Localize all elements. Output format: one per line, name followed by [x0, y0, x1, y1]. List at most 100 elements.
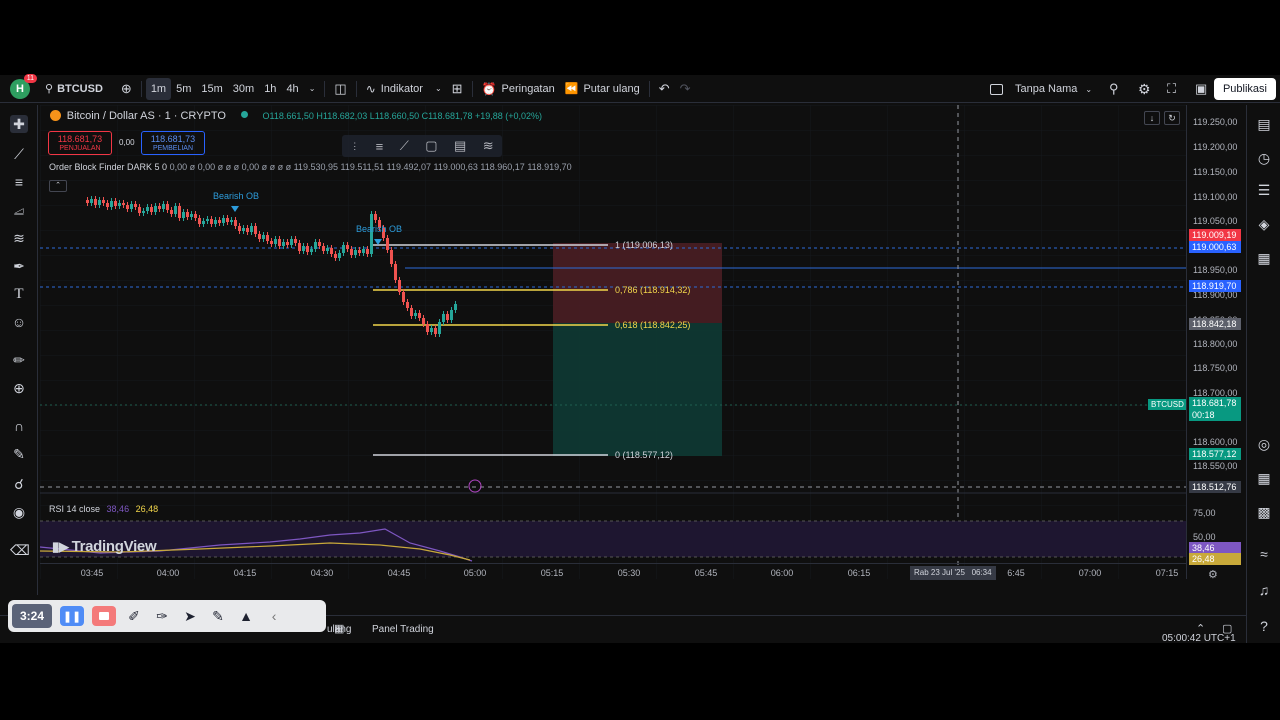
chat-icon[interactable]: ▦: [1255, 249, 1273, 267]
candle-body: [218, 220, 221, 223]
compare-button[interactable]: ⊕: [116, 78, 137, 100]
help-icon[interactable]: ?: [1255, 617, 1273, 635]
candle-body: [426, 324, 429, 332]
calendar-icon[interactable]: ▦: [1255, 469, 1273, 487]
alerts-clock-icon[interactable]: ◷: [1255, 149, 1273, 167]
horizontal-lines-icon[interactable]: ≡: [10, 173, 28, 191]
timeframe-5m[interactable]: 5m: [171, 78, 196, 100]
alerts-button[interactable]: ⏰ Peringatan: [477, 78, 560, 100]
candle-body: [166, 204, 169, 210]
drag-handle-icon[interactable]: ⋮: [350, 141, 359, 152]
apps-grid-icon[interactable]: ▩: [1255, 503, 1273, 521]
price-tag-tag-blue1: 119.000,63: [1189, 241, 1241, 253]
pause-button[interactable]: ❚❚: [60, 606, 85, 626]
price-tag-rsi-50: 50,00: [1193, 532, 1216, 542]
indicator-name: Order Block Finder DARK 5 0: [49, 162, 168, 172]
brush-icon[interactable]: ✒: [10, 257, 28, 275]
candle-body: [194, 214, 197, 218]
bell-icon[interactable]: ♫: [1255, 581, 1273, 599]
timeframe-4h[interactable]: 4h: [281, 78, 303, 100]
chart-pane[interactable]: Bitcoin / Dollar AS · 1 · CRYPTO O118.66…: [40, 105, 1186, 579]
trendline-icon[interactable]: ⟋: [10, 145, 28, 163]
time-label: 04:30: [310, 568, 334, 578]
undo-button[interactable]: ↶: [654, 78, 675, 100]
chart-canvas[interactable]: [40, 105, 1186, 579]
timeframe-dropdown[interactable]: ⌄: [304, 78, 321, 100]
tab-replay[interactable]: ulang: [327, 624, 351, 635]
buy-button[interactable]: 118.681,73 PEMBELIAN: [141, 131, 205, 155]
stop-button[interactable]: [92, 606, 117, 626]
symbol-search[interactable]: ⚲ BTCUSD: [40, 78, 108, 100]
box-icon[interactable]: ▢: [425, 138, 437, 154]
layout-menu[interactable]: Tanpa Nama ⌄: [985, 78, 1097, 100]
timeframe-1m[interactable]: 1m: [145, 77, 172, 100]
maximize-panel-button[interactable]: ▢: [1222, 622, 1232, 635]
sell-button[interactable]: 118.681,73 PENJUALAN: [48, 131, 112, 155]
indicators-button[interactable]: ∿ Indikator ⌄: [361, 78, 447, 100]
tab-trading-panel[interactable]: Panel Trading: [372, 624, 434, 635]
ruler-icon[interactable]: ✏: [10, 351, 28, 369]
target-icon[interactable]: ◎: [1255, 435, 1273, 453]
chart-type-button[interactable]: ◫: [329, 78, 351, 100]
news-icon[interactable]: ☰: [1255, 181, 1273, 199]
short-risk-zone[interactable]: [553, 243, 722, 323]
candle-body: [270, 241, 273, 244]
cursor-icon[interactable]: ➤: [180, 606, 200, 626]
short-reward-zone[interactable]: [553, 323, 722, 456]
zoom-in-icon[interactable]: ⊕: [10, 379, 28, 397]
layers-icon[interactable]: ◈: [1255, 215, 1273, 233]
magnet-icon[interactable]: ∩: [10, 417, 28, 435]
bearish-ob-label: Bearish OB: [213, 191, 260, 201]
candle-body: [342, 245, 345, 253]
scroll-to-realtime-button[interactable]: ↓: [1144, 111, 1160, 125]
publish-button[interactable]: Publikasi: [1213, 78, 1276, 100]
bitcoin-icon: [50, 110, 61, 121]
timeframe-15m[interactable]: 15m: [196, 78, 227, 100]
templates-button[interactable]: ⊞: [447, 78, 468, 100]
highlight-icon[interactable]: ✑: [152, 606, 172, 626]
price-tag-tag-cross: 118.512,76: [1189, 481, 1241, 493]
pattern-icon[interactable]: ⧡: [10, 201, 28, 219]
settings-button[interactable]: ⚙: [1133, 78, 1156, 100]
collapse-legend-button[interactable]: ⌃: [49, 180, 67, 192]
time-label: 04:15: [233, 568, 257, 578]
text-tool-icon[interactable]: T: [10, 285, 28, 303]
pen-icon[interactable]: ✎: [208, 606, 228, 626]
marker-icon[interactable]: ▲: [236, 606, 256, 626]
fullscreen-button[interactable]: ⛶: [1162, 78, 1181, 100]
snapshot-button[interactable]: ▣: [1190, 78, 1212, 100]
collapse-icon[interactable]: ‹: [264, 606, 284, 626]
watchlist-icon[interactable]: ▤: [1255, 115, 1273, 133]
candle-body: [106, 203, 109, 207]
time-axis[interactable]: 03:45 04:00 04:15 04:30 04:45 05:00 05:1…: [40, 563, 1186, 583]
pencil-lock-icon[interactable]: ✎: [10, 445, 28, 463]
indicator-values: 0,00 ø 0,00 ø ø ø 0,00 ø ø ø ø 119.530,9…: [169, 162, 572, 172]
collapse-panel-button[interactable]: ⌃: [1196, 622, 1205, 635]
price-label: 119.150,00: [1193, 167, 1238, 177]
signal-icon[interactable]: ≈: [1255, 545, 1273, 563]
line-style-icon[interactable]: ⟋: [400, 138, 409, 154]
eye-icon[interactable]: ◉: [10, 503, 28, 521]
emoji-icon[interactable]: ☺: [10, 313, 28, 331]
more-icon[interactable]: ≋: [483, 138, 494, 154]
reset-scale-button[interactable]: ↻: [1164, 111, 1180, 125]
redo-button[interactable]: ↷: [675, 78, 696, 100]
levels-icon[interactable]: ▤: [454, 138, 466, 154]
lock-icon[interactable]: ☌: [10, 475, 28, 493]
fib-tool-icon[interactable]: ≋: [10, 229, 28, 247]
settings-icon[interactable]: ⚙: [1208, 568, 1218, 581]
quick-search-button[interactable]: ⚲: [1104, 78, 1124, 100]
timeframe-30m[interactable]: 30m: [228, 78, 259, 100]
candle-body: [350, 249, 353, 255]
timeframe-1h[interactable]: 1h: [259, 78, 281, 100]
annotate-icon[interactable]: ✐: [124, 606, 144, 626]
sell-price: 118.681,73: [57, 134, 103, 144]
crosshair-icon[interactable]: ✚: [10, 115, 28, 133]
user-avatar[interactable]: H 11: [10, 73, 37, 99]
chevron-up-icon: ⌃: [55, 182, 61, 189]
replay-button[interactable]: ⏪ Putar ulang: [560, 78, 645, 100]
trash-icon[interactable]: ⌫: [10, 541, 30, 559]
template-icon[interactable]: ≡: [376, 139, 384, 154]
timeframe-label: 5m: [176, 82, 192, 95]
price-scale[interactable]: 119.250,00 119.200,00 119.150,00 119.100,00…: [1186, 105, 1246, 579]
